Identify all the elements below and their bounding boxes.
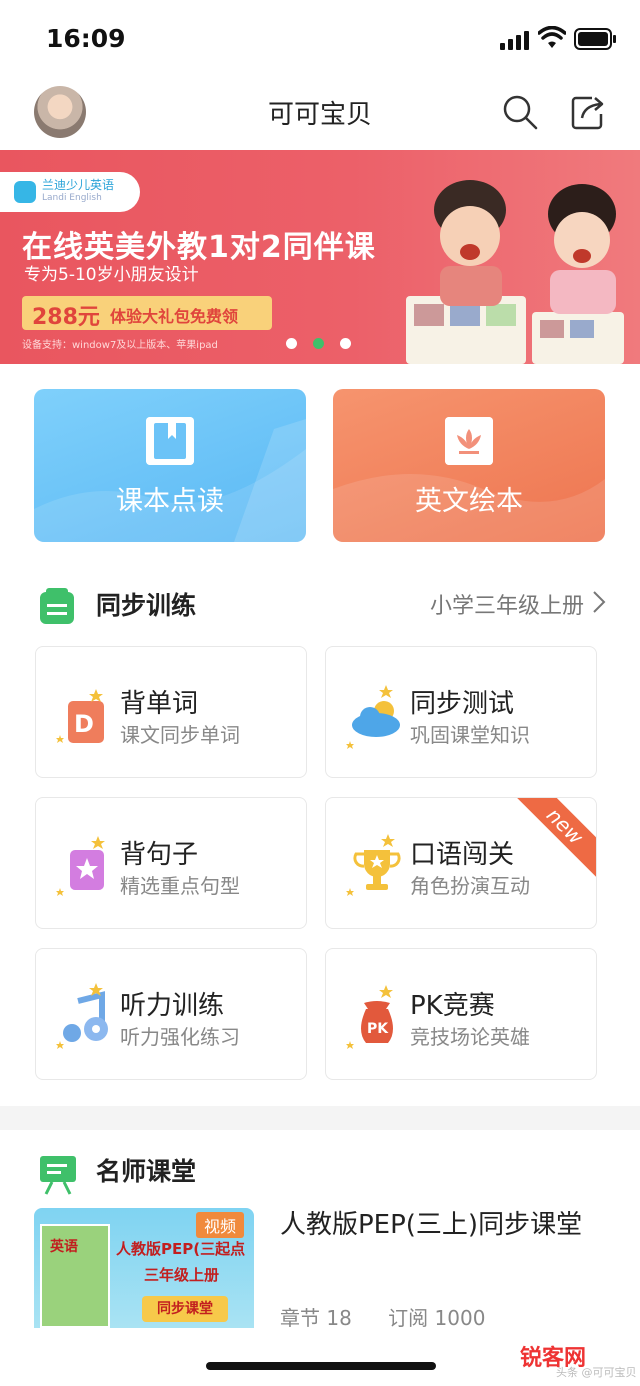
offer-text: 体验大礼包免费领: [110, 307, 239, 326]
textbook-cover: 英语: [40, 1224, 110, 1328]
section-title: 同步训练: [96, 591, 197, 620]
star-book-icon: [56, 836, 105, 896]
english-picture-book-card[interactable]: 英文绘本: [333, 389, 605, 542]
card-subtitle: 角色扮演互动: [410, 874, 530, 898]
signal-icon: [500, 31, 529, 50]
offer-tag: 288元 体验大礼包免费领: [22, 296, 272, 330]
svg-text:D: D: [74, 710, 94, 738]
feature-label: 英文绘本: [415, 486, 523, 517]
brand-icon: [14, 181, 36, 203]
carousel-dot-active[interactable]: [313, 338, 324, 349]
svg-text:i: i: [95, 708, 99, 723]
home-indicator[interactable]: [206, 1362, 436, 1370]
thumb-pill: 同步课堂: [142, 1296, 228, 1322]
feature-label: 课本点读: [116, 486, 224, 517]
thumb-line2: 三年级上册: [144, 1266, 220, 1284]
course-meta: 章节 18 订阅 1000: [280, 1302, 515, 1331]
brand-sub: Landi English: [42, 193, 102, 203]
flower-icon: [445, 417, 493, 465]
chevron-right-icon[interactable]: [592, 590, 606, 614]
share-icon[interactable]: [568, 92, 608, 132]
card-subtitle: 课文同步单词: [120, 723, 240, 747]
carousel-dots[interactable]: [286, 334, 367, 353]
wave-decoration: [34, 419, 306, 542]
textbook-title: 英语: [50, 1239, 78, 1255]
sync-test-card[interactable]: 同步测试 巩固课堂知识: [325, 646, 597, 778]
listening-card[interactable]: 听力训练 听力强化练习: [35, 948, 307, 1080]
pk-bag-icon: PK: [346, 985, 393, 1049]
subscription-count: 订阅 1000: [388, 1306, 486, 1330]
nav-bar: 可可宝贝: [0, 80, 640, 148]
thumb-line1: 人教版PEP(三起点: [116, 1240, 246, 1258]
trophy-icon: [346, 834, 401, 896]
banner-subline: 专为5-10岁小朋友设计: [24, 265, 199, 285]
card-title: 背单词: [120, 689, 199, 719]
wifi-icon: [538, 26, 566, 48]
sentence-card[interactable]: 背句子 精选重点句型: [35, 797, 307, 929]
course-title[interactable]: 人教版PEP(三上)同步课堂: [280, 1208, 600, 1242]
carousel-dot[interactable]: [340, 338, 351, 349]
course-thumbnail[interactable]: 英语 视频 人教版PEP(三起点 三年级上册 同步课堂: [34, 1208, 254, 1328]
brand-name: 兰迪少儿英语: [42, 178, 115, 192]
brand-logo: 兰迪少儿英语 Landi English: [0, 172, 140, 212]
section-title: 名师课堂: [96, 1157, 197, 1186]
cloud-icon: [346, 685, 400, 749]
status-bar: 16:09: [0, 0, 640, 80]
card-title: 背句子: [120, 840, 199, 870]
famous-teacher-header: 名师课堂: [0, 1146, 640, 1196]
page-title: 可可宝贝: [267, 100, 372, 130]
kids-illustration: [406, 180, 624, 364]
offer-price: 288元: [32, 305, 100, 330]
card-subtitle: 竞技场论英雄: [410, 1025, 530, 1049]
video-tag: 视频: [195, 1212, 244, 1238]
card-title: 听力训练: [120, 991, 225, 1021]
book-icon: [146, 417, 194, 465]
banner-note: 设备支持：window7及以上版本、苹果ipad: [22, 340, 218, 351]
card-subtitle: 听力强化练习: [120, 1025, 240, 1049]
section-divider: [0, 1106, 640, 1130]
list-icon: [40, 588, 74, 624]
music-note-icon: [56, 983, 108, 1049]
wave-decoration: [333, 474, 605, 542]
word-card-icon: D i: [56, 689, 104, 743]
sync-training-header: 同步训练 小学三年级上册: [0, 580, 640, 630]
textbook-reading-card[interactable]: 课本点读: [34, 389, 306, 542]
card-subtitle: 巩固课堂知识: [410, 723, 530, 747]
search-icon[interactable]: [500, 92, 540, 132]
status-time: 16:09: [46, 24, 126, 53]
grade-selector[interactable]: 小学三年级上册: [430, 588, 584, 620]
card-title: 口语闯关: [410, 840, 515, 870]
card-title: PK竞赛: [410, 991, 495, 1021]
card-subtitle: 精选重点句型: [120, 874, 240, 898]
card-title: 同步测试: [410, 689, 515, 719]
oral-challenge-card[interactable]: 口语闯关 角色扮演互动 new: [325, 797, 597, 929]
svg-text:PK: PK: [367, 1021, 389, 1037]
watermark-sub: 头条 @可可宝贝: [556, 1366, 637, 1379]
pk-competition-card[interactable]: PK PK竞赛 竞技场论英雄: [325, 948, 597, 1080]
chapter-count: 章节 18: [280, 1306, 352, 1330]
carousel-dot[interactable]: [286, 338, 297, 349]
vocabulary-card[interactable]: D i 背单词 课文同步单词: [35, 646, 307, 778]
promo-banner[interactable]: 兰迪少儿英语 Landi English 在线英美外教1对2同伴课 专为5-10…: [0, 150, 640, 364]
blackboard-icon: [40, 1156, 76, 1195]
battery-icon: [574, 28, 616, 50]
